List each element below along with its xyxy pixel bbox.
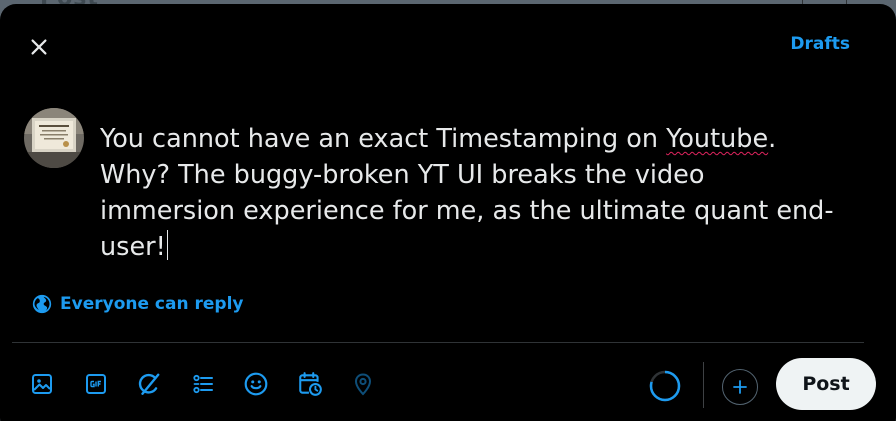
text-caret <box>166 230 169 260</box>
drafts-button[interactable]: Drafts <box>790 34 850 54</box>
misspelled-word: Youtube <box>666 124 769 154</box>
media-button[interactable] <box>24 366 60 402</box>
plus-icon <box>733 380 747 394</box>
grok-icon <box>138 373 160 395</box>
location-button[interactable] <box>345 366 381 402</box>
compose-post-dialog: Drafts You cannot have an exact Timestam… <box>0 4 896 421</box>
divider <box>12 342 864 343</box>
close-button[interactable] <box>20 28 58 66</box>
add-post-button[interactable] <box>722 369 758 405</box>
schedule-button[interactable] <box>292 366 328 402</box>
poll-icon <box>192 374 213 394</box>
close-icon <box>31 39 47 55</box>
grok-button[interactable] <box>131 366 167 402</box>
post-text-before: You cannot have an exact Timestamping on <box>100 124 667 154</box>
emoji-icon <box>244 372 268 396</box>
globe-icon <box>32 294 52 314</box>
composer-toolbar <box>24 366 399 402</box>
location-icon <box>354 373 372 396</box>
reply-setting-button[interactable]: Everyone can reply <box>32 294 243 314</box>
schedule-icon <box>298 372 322 396</box>
reply-setting-label: Everyone can reply <box>60 294 244 314</box>
post-button[interactable]: Post <box>776 358 876 410</box>
emoji-button[interactable] <box>238 366 274 402</box>
gif-button[interactable] <box>78 366 114 402</box>
gif-icon <box>85 374 106 394</box>
post-text-input[interactable]: You cannot have an exact Timestamping on… <box>100 121 840 265</box>
toolbar-separator <box>703 362 704 408</box>
character-count-progress <box>649 370 681 402</box>
poll-button[interactable] <box>185 366 221 402</box>
image-icon <box>32 374 52 394</box>
avatar[interactable] <box>24 108 84 168</box>
